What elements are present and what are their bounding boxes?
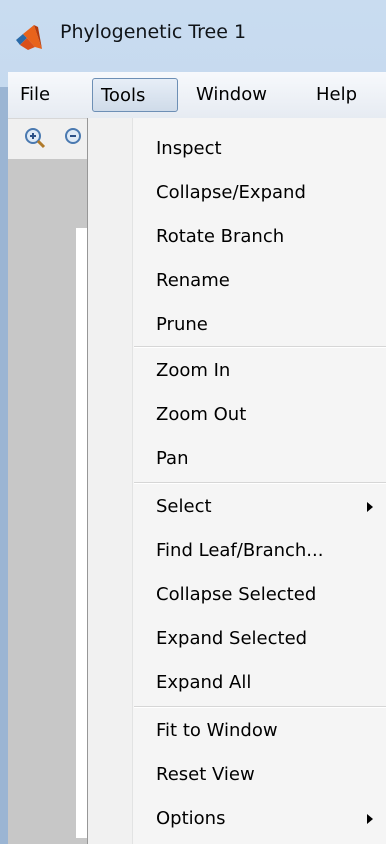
menu-item-rotate-branch[interactable]: Rotate Branch — [88, 216, 386, 258]
menu-window[interactable]: Window — [188, 78, 275, 112]
menu-item-label: Rename — [156, 270, 230, 291]
menu-item-label: Find Leaf/Branch... — [156, 540, 324, 561]
menu-item-label: Expand All — [156, 672, 252, 693]
menu-item-label: Prune — [156, 314, 208, 335]
menu-item-pan[interactable]: Pan — [88, 438, 386, 480]
menu-item-label: Inspect — [156, 138, 222, 159]
menu-item-options[interactable]: Options — [88, 798, 386, 840]
menu-item-inspect[interactable]: Inspect — [88, 128, 386, 170]
menu-item-label: Select — [156, 496, 212, 517]
menu-item-label: Collapse Selected — [156, 584, 317, 605]
menu-item-expand-all[interactable]: Expand All — [88, 662, 386, 704]
window-title: Phylogenetic Tree 1 — [60, 21, 247, 43]
menu-bar: File Tools Window Help — [8, 72, 386, 119]
window-border — [0, 87, 8, 844]
title-bar[interactable]: Phylogenetic Tree 1 — [0, 0, 386, 72]
menu-item-label: Rotate Branch — [156, 226, 285, 247]
menu-separator — [134, 346, 386, 348]
tools-dropdown-menu: Inspect Collapse/Expand Rotate Branch Re… — [87, 118, 386, 844]
matlab-icon — [16, 25, 42, 50]
submenu-arrow-icon — [367, 814, 373, 824]
menu-item-reset-view[interactable]: Reset View — [88, 754, 386, 796]
menu-separator — [134, 706, 386, 708]
menu-item-select[interactable]: Select — [88, 486, 386, 528]
menu-help[interactable]: Help — [308, 78, 365, 112]
menu-item-label: Reset View — [156, 764, 255, 785]
menu-tools[interactable]: Tools — [92, 78, 178, 112]
menu-item-label: Zoom In — [156, 360, 231, 381]
zoom-in-icon[interactable] — [24, 127, 46, 149]
zoom-out-icon[interactable] — [64, 127, 86, 149]
menu-item-label: Fit to Window — [156, 720, 278, 741]
menu-item-label: Options — [156, 808, 226, 829]
submenu-arrow-icon — [367, 502, 373, 512]
menu-item-label: Pan — [156, 448, 189, 469]
menu-item-find-leaf-branch[interactable]: Find Leaf/Branch... — [88, 530, 386, 572]
menu-item-zoom-out[interactable]: Zoom Out — [88, 394, 386, 436]
menu-item-label: Zoom Out — [156, 404, 247, 425]
menu-separator — [134, 482, 386, 484]
menu-item-collapse-selected[interactable]: Collapse Selected — [88, 574, 386, 616]
menu-item-label: Expand Selected — [156, 628, 308, 649]
menu-item-label: Collapse/Expand — [156, 182, 306, 203]
menu-item-prune[interactable]: Prune — [88, 304, 386, 346]
menu-item-fit-to-window[interactable]: Fit to Window — [88, 710, 386, 752]
menu-item-collapse-expand[interactable]: Collapse/Expand — [88, 172, 386, 214]
menu-item-zoom-in[interactable]: Zoom In — [88, 350, 386, 392]
menu-file[interactable]: File — [12, 78, 58, 112]
menu-item-rename[interactable]: Rename — [88, 260, 386, 302]
menu-item-expand-selected[interactable]: Expand Selected — [88, 618, 386, 660]
